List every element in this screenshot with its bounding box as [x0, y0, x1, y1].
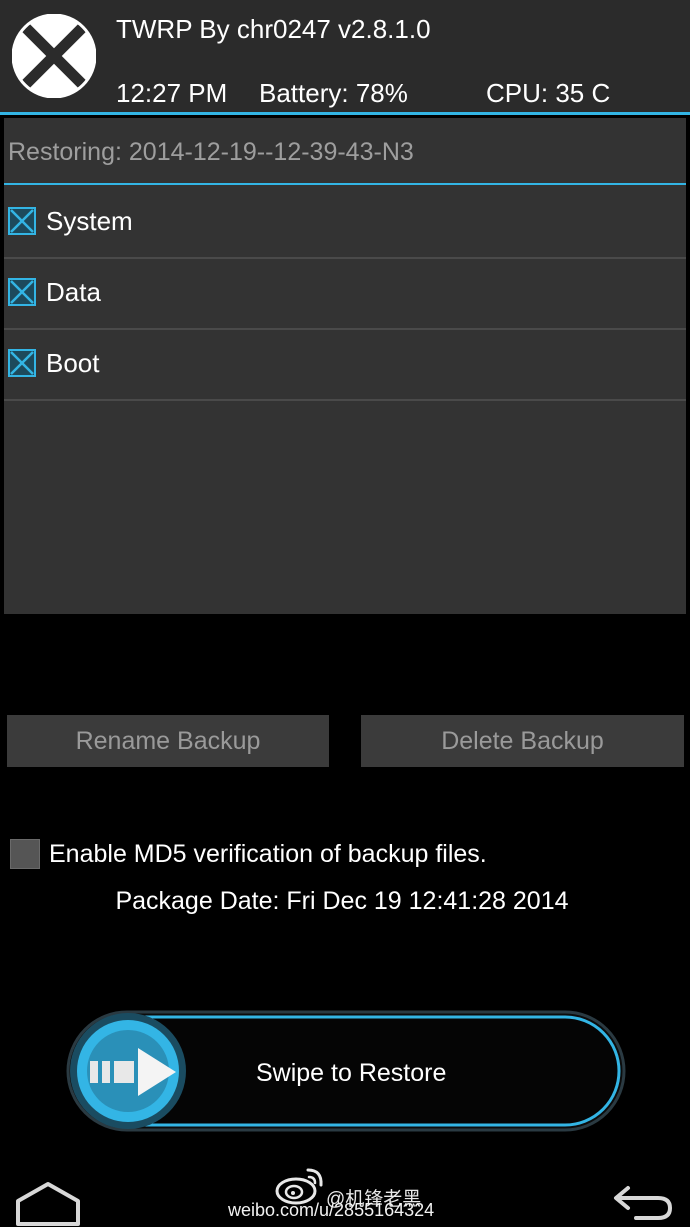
watermark-url: weibo.com/u/2855164324 — [228, 1200, 435, 1220]
twrp-logo-icon — [12, 14, 96, 98]
md5-checkbox[interactable] — [10, 839, 40, 869]
app-title: TWRP By chr0247 v2.8.1.0 — [116, 14, 431, 44]
package-date: Package Date: Fri Dec 19 12:41:28 2014 — [115, 887, 569, 915]
partition-label-boot: Boot — [46, 348, 100, 378]
partition-item-boot[interactable]: Boot — [4, 329, 686, 401]
checkbox-checked-icon[interactable] — [8, 278, 36, 306]
partition-label-data: Data — [46, 277, 101, 307]
header-divider — [0, 112, 690, 115]
partition-item-data[interactable]: Data — [4, 258, 686, 330]
swipe-arrow-icon[interactable] — [88, 1040, 180, 1104]
checkbox-checked-icon[interactable] — [8, 349, 36, 377]
delete-backup-button[interactable]: Delete Backup — [361, 715, 684, 767]
partition-item-system[interactable]: System — [4, 187, 686, 259]
battery-status: Battery: 78% — [259, 78, 408, 108]
back-icon[interactable] — [608, 1180, 676, 1222]
cpu-temperature: CPU: 35 C — [486, 78, 611, 108]
weibo-logo-icon — [275, 1168, 323, 1205]
restore-title: Restoring: 2014-12-19--12-39-43-N3 — [8, 138, 414, 166]
partition-label-system: System — [46, 206, 133, 236]
rename-backup-button[interactable]: Rename Backup — [7, 715, 329, 767]
checkbox-checked-icon[interactable] — [8, 207, 36, 235]
md5-checkbox-label[interactable]: Enable MD5 verification of backup files. — [49, 840, 487, 869]
restore-title-divider — [4, 183, 686, 185]
swipe-to-restore-label: Swipe to Restore — [256, 1059, 447, 1087]
home-icon[interactable] — [14, 1180, 82, 1227]
clock-time: 12:27 PM — [116, 78, 228, 108]
